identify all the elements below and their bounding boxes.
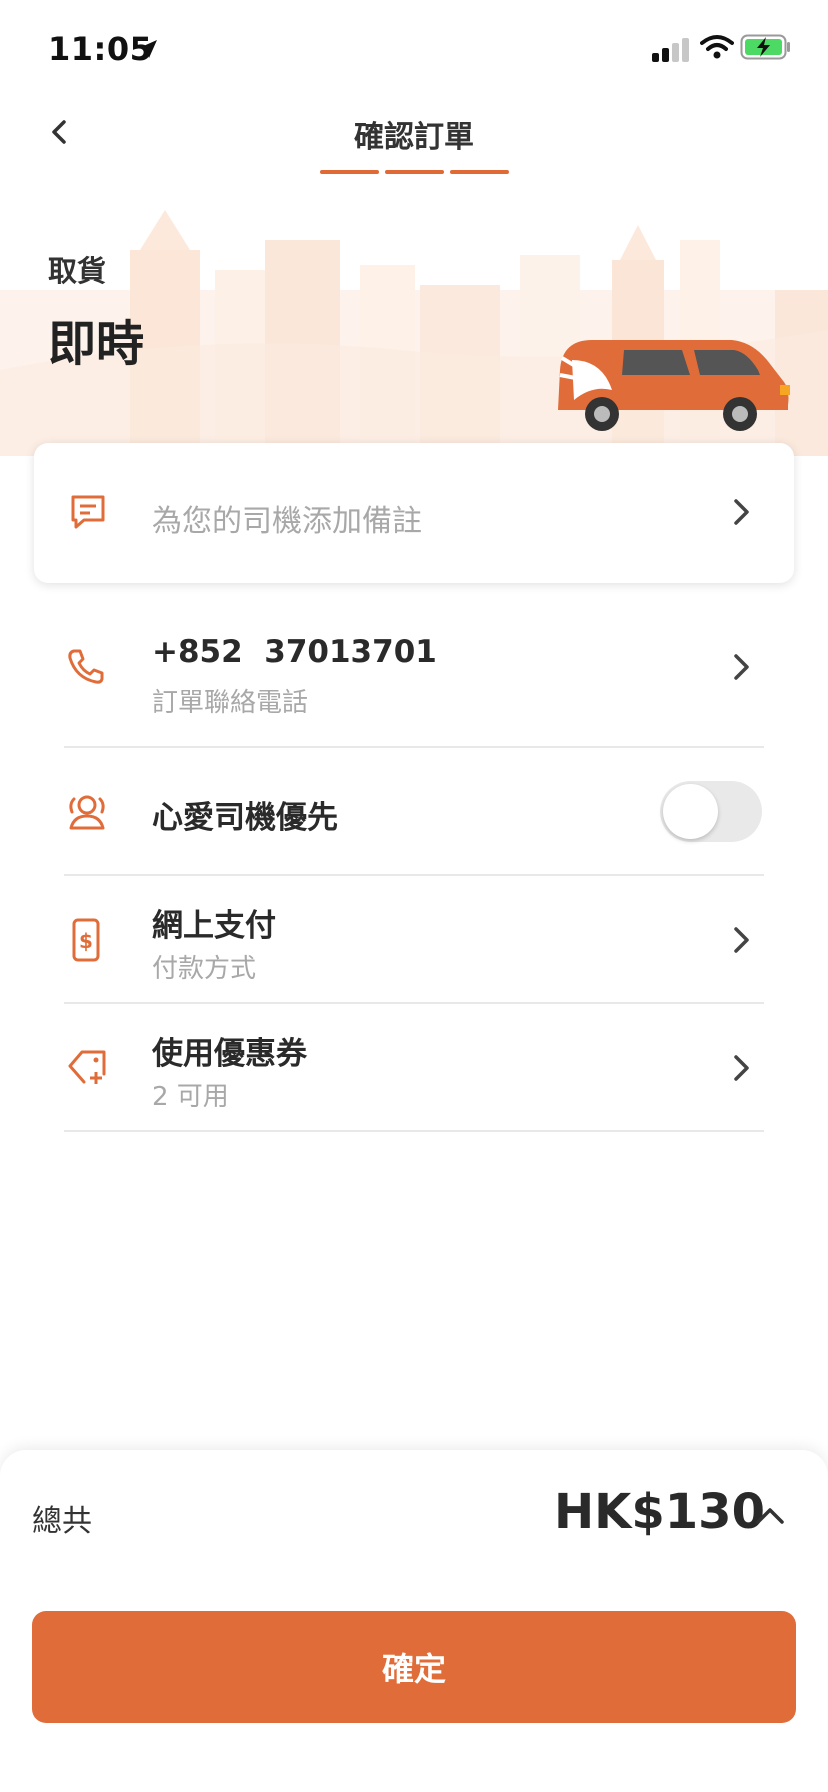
confirm-button[interactable]: 確定 [32,1611,796,1723]
page-title: 確認訂單 [354,120,474,155]
battery-charging-icon [740,34,790,60]
progress-step [450,170,509,174]
location-arrow-icon [139,40,157,58]
chevron-up-icon[interactable] [752,1498,788,1534]
contact-phone-label: 訂單聯絡電話 [152,688,309,718]
progress-step [320,170,379,174]
chevron-right-icon [734,499,749,525]
pickup-label: 取貨 [48,254,107,288]
row-divider [64,874,764,876]
favorite-driver-icon [69,795,105,830]
total-price[interactable]: HK$130 [554,1484,765,1540]
chevron-right-icon[interactable] [726,1053,756,1083]
svg-text:$: $ [79,929,93,953]
favorite-driver-label: 心愛司機優先 [152,800,338,836]
favorite-driver-toggle[interactable] [660,781,762,842]
contact-phone-number: +852 37013701 [152,634,437,670]
payment-method-value: 網上支付 [152,908,276,944]
driver-note-placeholder: 為您的司機添加備註 [152,504,422,539]
coupon-available-count: 2 可用 [152,1082,229,1112]
phone-icon [68,649,104,684]
delivery-van-illustration [558,340,790,431]
chevron-right-icon[interactable] [726,652,756,682]
wifi-icon [700,35,734,59]
row-divider [64,1002,764,1004]
step-progress-indicator [320,170,509,174]
message-note-icon [71,495,105,529]
chevron-right-icon[interactable] [726,925,756,955]
coupon-tag-icon [68,1050,106,1084]
progress-step [385,170,444,174]
cellular-signal-icon [652,38,689,62]
toggle-knob [663,784,718,839]
total-label: 總共 [32,1504,92,1539]
pickup-time-value: 即時 [48,316,145,372]
row-divider [64,1130,764,1132]
row-divider [64,746,764,748]
coupon-label: 使用優惠券 [152,1036,307,1072]
payment-phone-icon: $ [72,918,100,962]
payment-method-label: 付款方式 [152,954,257,984]
